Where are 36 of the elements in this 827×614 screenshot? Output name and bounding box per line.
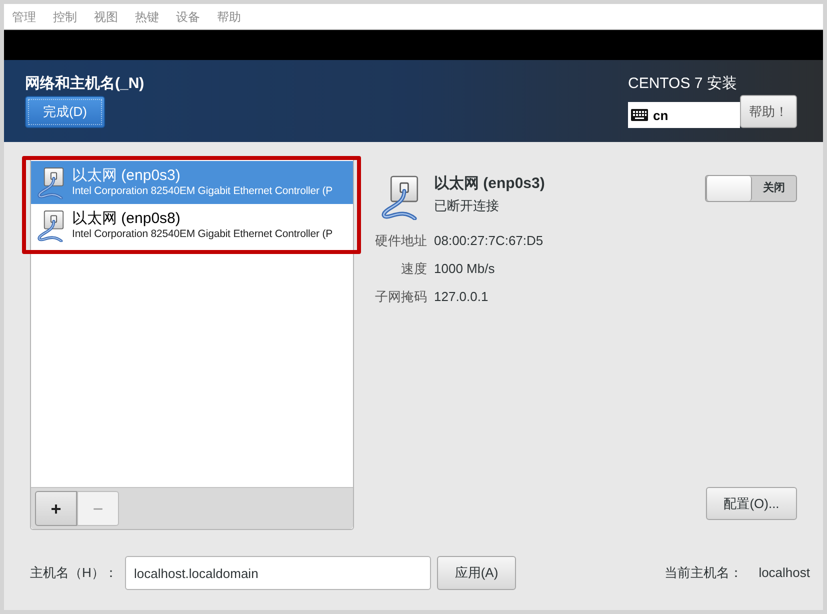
hostname-input[interactable]: localhost.localdomain: [125, 556, 431, 590]
keyboard-icon: [631, 109, 648, 121]
connection-name: 以太网 (enp0s3): [72, 167, 182, 185]
menu-item[interactable]: 设备: [176, 8, 200, 26]
menu-item[interactable]: 管理: [12, 8, 36, 26]
connection-list-item[interactable]: 以太网 (enp0s3) Intel Corporation 82540EM Gigabit Ethernet Controller (P: [31, 161, 353, 204]
ethernet-cable-icon: [35, 166, 65, 198]
configure-button[interactable]: 配置(O)...: [706, 487, 797, 520]
connection-description: Intel Corporation 82540EM Gigabit Ethernet Controller (P: [72, 228, 333, 241]
keyboard-layout-indicator[interactable]: cn: [628, 102, 740, 128]
switch-knob: [706, 176, 752, 201]
property-value: 1000 Mb/s: [434, 260, 495, 278]
toggle-switch[interactable]: 关闭: [705, 175, 797, 202]
current-hostname-label: 当前主机名：: [664, 564, 743, 582]
connection-status: 已断开连接: [434, 197, 500, 215]
property-label: 子网掩码: [374, 288, 427, 306]
menu-item[interactable]: 视图: [94, 8, 118, 26]
property-value: 08:00:27:7C:67:D5: [434, 232, 544, 250]
add-button[interactable]: +: [35, 491, 77, 526]
connection-name: 以太网 (enp0s8): [72, 210, 182, 228]
current-hostname-value: localhost: [758, 564, 810, 582]
property-label: 硬件地址: [374, 232, 427, 250]
menu-item[interactable]: 热键: [135, 8, 159, 26]
menu-item[interactable]: 帮助: [217, 8, 241, 26]
ethernet-cable-icon: [35, 210, 65, 242]
installer-title: CENTOS 7 安装: [628, 75, 737, 93]
page-title: 网络和主机名(_N): [25, 75, 144, 93]
connection-name: 以太网 (enp0s3): [434, 175, 545, 193]
property-label: 速度: [400, 260, 427, 278]
hostname-label: 主机名（H）：: [30, 564, 118, 582]
connection-description: Intel Corporation 82540EM Gigabit Ethernet Controller (P: [72, 185, 333, 198]
property-value: 127.0.0.1: [434, 288, 488, 306]
done-button[interactable]: 完成(D): [25, 96, 105, 128]
menu-item[interactable]: 控制: [53, 8, 77, 26]
apply-button[interactable]: 应用(A): [437, 556, 516, 590]
help-button[interactable]: 帮助！: [740, 95, 797, 128]
